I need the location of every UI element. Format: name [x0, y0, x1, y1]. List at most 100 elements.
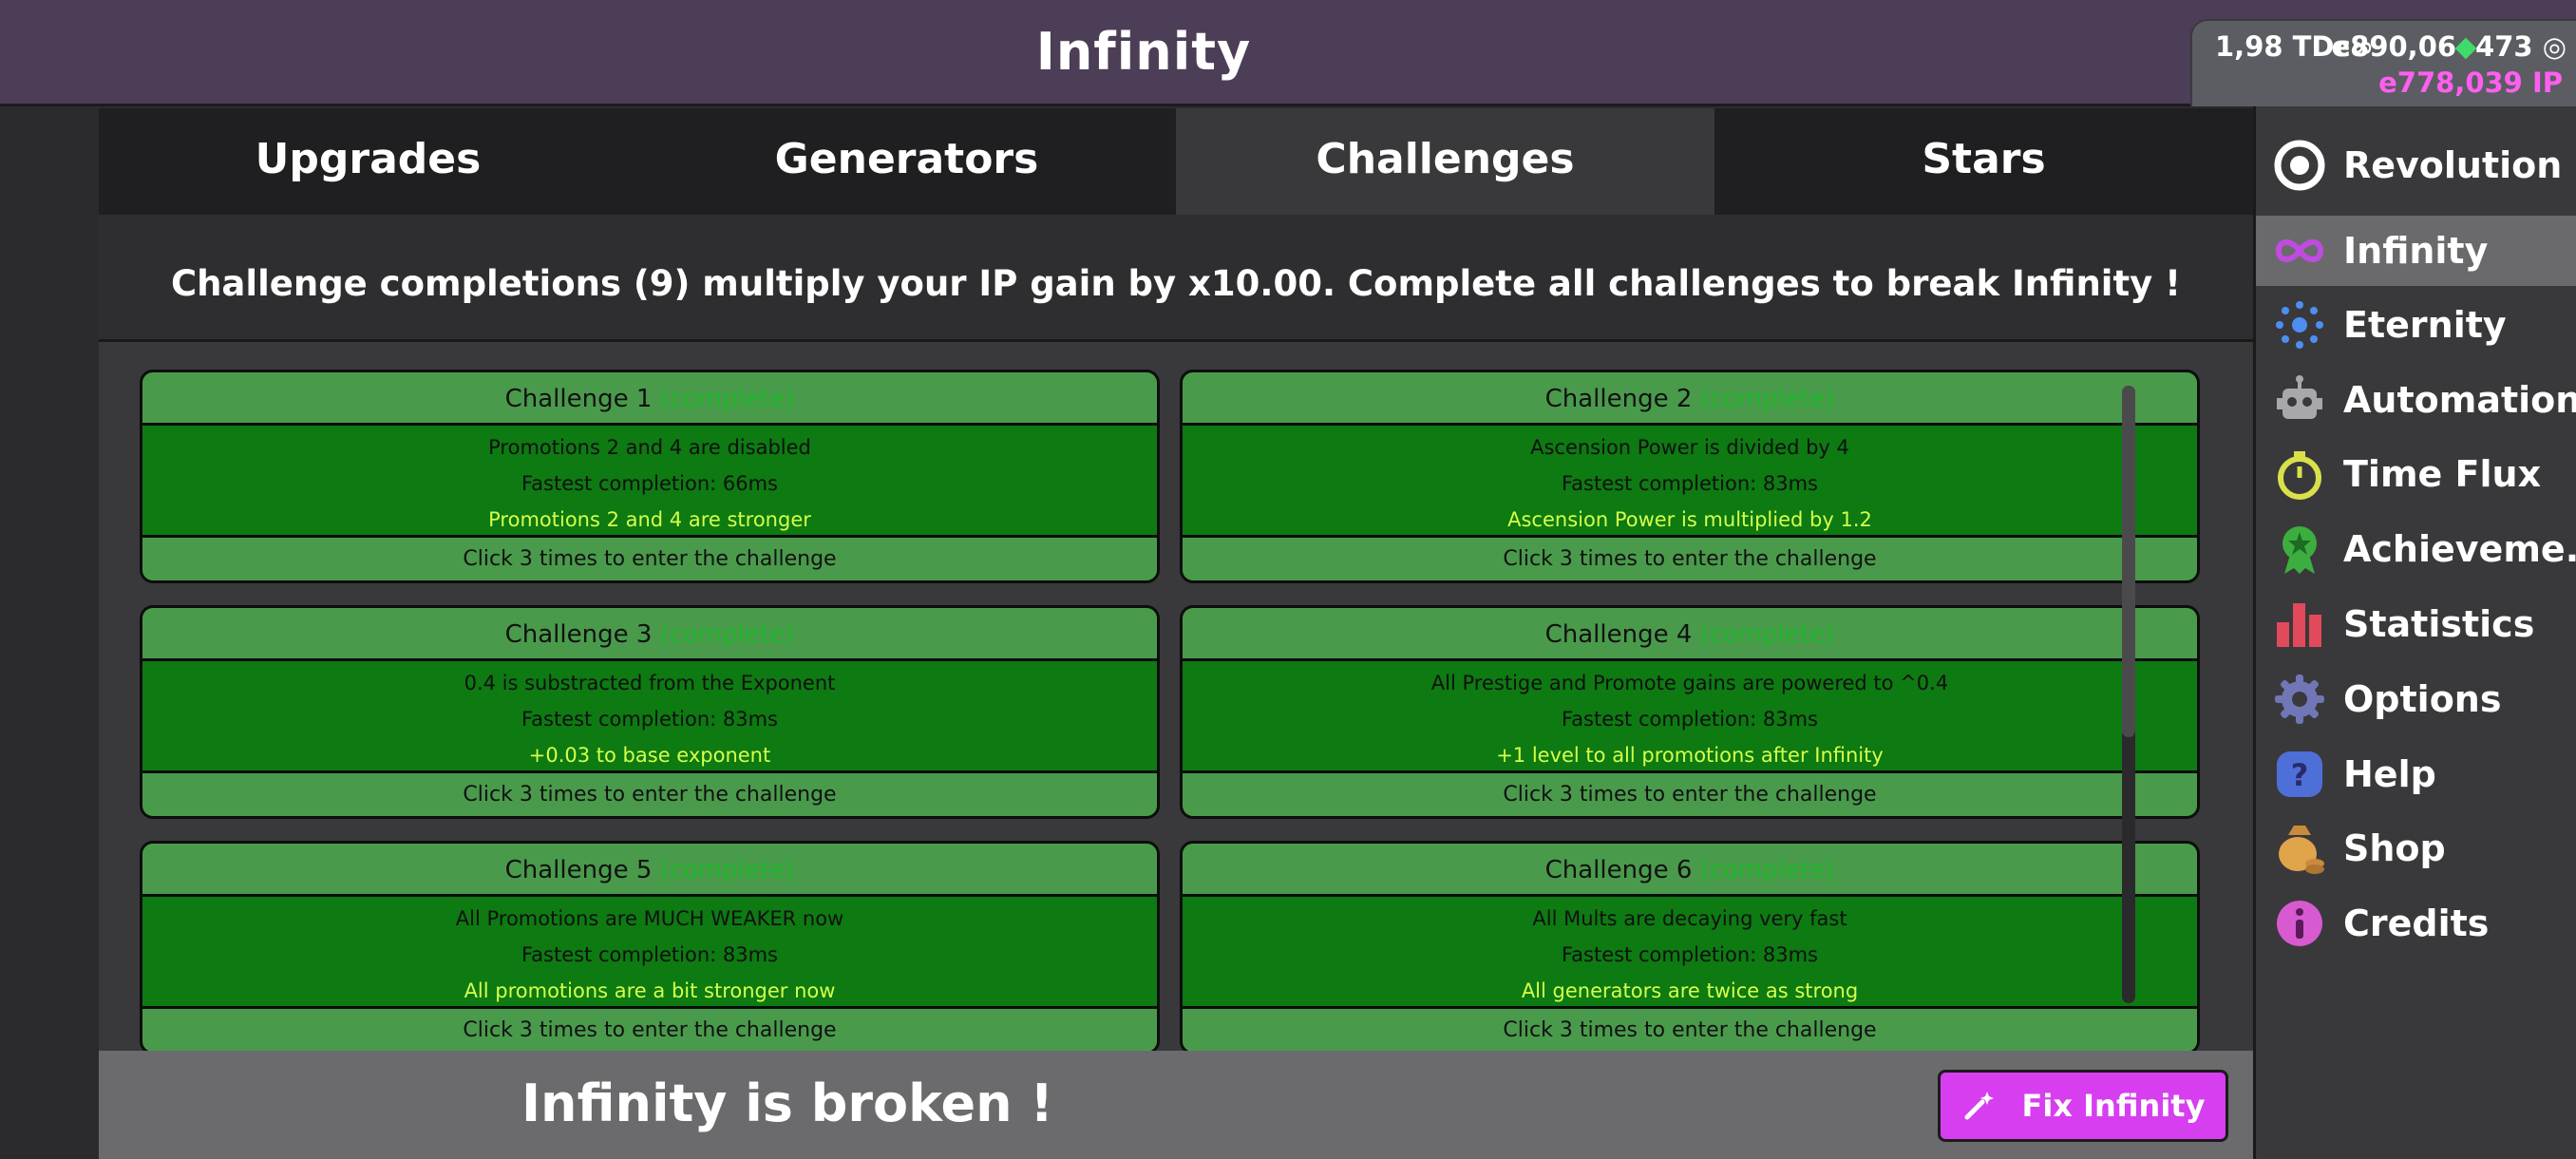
sidebar-item-infinity[interactable]: Infinity	[2256, 216, 2576, 286]
challenge-status: (complete)	[659, 856, 795, 884]
robot-icon	[2273, 373, 2326, 427]
challenge-enter-button[interactable]: Click 3 times to enter the challenge	[1183, 535, 2197, 580]
challenge-card-3[interactable]: Challenge 3 (complete) 0.4 is substracte…	[140, 605, 1160, 819]
revolution-icon	[2273, 139, 2326, 192]
challenge-card-1[interactable]: Challenge 1 (complete) Promotions 2 and …	[140, 370, 1160, 583]
sidebar-item-achievements[interactable]: Achieveme...	[2256, 514, 2576, 584]
tab-generators[interactable]: Generators	[637, 108, 1176, 215]
tab-bar: Upgrades Generators Challenges Stars	[99, 108, 2253, 215]
challenge-reward: Ascension Power is multiplied by 1.2	[1507, 508, 1872, 531]
sidebar-item-label: Options	[2343, 678, 2502, 720]
challenge-card-6[interactable]: Challenge 6 (complete) All Mults are dec…	[1180, 841, 2200, 1051]
sidebar-item-shop[interactable]: Shop	[2256, 813, 2576, 884]
sidebar-item-automations[interactable]: Automations	[2256, 365, 2576, 435]
infinity-broken-message: Infinity is broken !	[521, 1074, 1054, 1133]
challenge-body: 0.4 is substracted from the Exponent Fas…	[142, 661, 1157, 770]
sidebar-item-label: Shop	[2343, 827, 2446, 869]
challenge-status: (complete)	[1699, 385, 1835, 413]
challenge-reward: All promotions are a bit stronger now	[464, 979, 836, 1002]
challenge-status: (complete)	[659, 385, 795, 413]
challenge-body: All Mults are decaying very fast Fastest…	[1183, 897, 2197, 1006]
sidebar-item-label: Eternity	[2343, 304, 2507, 346]
sidebar-item-label: Help	[2343, 753, 2436, 795]
challenge-status: (complete)	[1699, 856, 1835, 884]
challenge-fastest: Fastest completion: 66ms	[521, 472, 778, 495]
sidebar-item-time-flux[interactable]: Time Flux	[2256, 439, 2576, 509]
challenge-title: Challenge 6 (complete)	[1183, 844, 2197, 897]
challenge-reward: +0.03 to base exponent	[528, 744, 771, 767]
challenge-scrollbar[interactable]	[2122, 386, 2135, 1003]
challenge-card-4[interactable]: Challenge 4 (complete) All Prestige and …	[1180, 605, 2200, 819]
sidebar-item-revolution[interactable]: Revolution	[2256, 130, 2576, 200]
challenge-card-2[interactable]: Challenge 2 (complete) Ascension Power i…	[1180, 370, 2200, 583]
tab-stars[interactable]: Stars	[1714, 108, 2253, 215]
challenge-list[interactable]: Challenge 1 (complete) Promotions 2 and …	[99, 345, 2253, 1051]
eternity-icon	[2273, 298, 2326, 352]
tab-challenges[interactable]: Challenges	[1176, 108, 1714, 215]
challenge-fastest: Fastest completion: 83ms	[1562, 472, 1818, 495]
gem-icon	[2454, 37, 2477, 60]
sidebar-item-label: Credits	[2343, 902, 2490, 944]
stopwatch-icon	[2273, 447, 2326, 501]
fix-infinity-label: Fix Infinity	[2021, 1088, 2206, 1124]
sidebar-item-label: Automations	[2343, 379, 2576, 421]
challenge-fastest: Fastest completion: 83ms	[1562, 708, 1818, 731]
sidebar-item-statistics[interactable]: Statistics	[2256, 589, 2576, 659]
tab-upgrades[interactable]: Upgrades	[99, 108, 637, 215]
currency-e: e890,06 473 ◎	[2331, 30, 2567, 63]
sidebar-item-help[interactable]: ? Help	[2256, 739, 2576, 809]
challenge-title: Challenge 3 (complete)	[142, 608, 1157, 661]
infinity-icon	[2273, 224, 2326, 277]
sidebar-item-options[interactable]: Options	[2256, 664, 2576, 734]
challenges-panel: Challenge completions (9) multiply your …	[99, 215, 2253, 1051]
challenge-enter-button[interactable]: Click 3 times to enter the challenge	[1183, 1006, 2197, 1051]
challenge-effect: All Mults are decaying very fast	[1532, 907, 1847, 930]
challenge-title: Challenge 4 (complete)	[1183, 608, 2197, 661]
help-icon: ?	[2273, 748, 2326, 801]
challenge-enter-button[interactable]: Click 3 times to enter the challenge	[142, 770, 1157, 816]
challenge-enter-button[interactable]: Click 3 times to enter the challenge	[142, 535, 1157, 580]
sidebar-item-credits[interactable]: Credits	[2256, 888, 2576, 959]
sidebar-item-label: Revolution	[2343, 144, 2563, 186]
sidebar-item-label: Time Flux	[2343, 453, 2542, 495]
award-icon	[2273, 522, 2326, 576]
challenge-effect: All Prestige and Promote gains are power…	[1430, 672, 1949, 694]
left-gutter	[0, 106, 99, 1159]
svg-text:?: ?	[2291, 757, 2309, 793]
challenge-effect: All Promotions are MUCH WEAKER now	[455, 907, 844, 930]
sidebar: Revolution Infinity Eternity Automations…	[2253, 106, 2576, 1159]
challenge-fastest: Fastest completion: 83ms	[521, 943, 778, 966]
currency-ip: e778,039 IP	[2378, 66, 2563, 99]
bar-chart-icon	[2273, 598, 2326, 651]
challenge-title: Challenge 5 (complete)	[142, 844, 1157, 897]
challenge-status: (complete)	[1699, 620, 1835, 649]
challenge-effect: Promotions 2 and 4 are disabled	[488, 436, 811, 459]
challenge-reward: +1 level to all promotions after Infinit…	[1496, 744, 1884, 767]
currency-panel: 1,98 TDc∞ e890,06 473 ◎ e778,039 IP	[2190, 19, 2576, 106]
challenge-body: Promotions 2 and 4 are disabled Fastest …	[142, 426, 1157, 535]
challenge-body: Ascension Power is divided by 4 Fastest …	[1183, 426, 2197, 535]
fix-infinity-button[interactable]: Fix Infinity	[1938, 1070, 2228, 1142]
wand-icon	[1964, 1092, 1994, 1120]
challenge-info-text: Challenge completions (9) multiply your …	[170, 263, 2182, 304]
challenge-reward: All generators are twice as strong	[1521, 979, 1859, 1002]
gear-icon	[2273, 673, 2326, 726]
sidebar-item-label: Infinity	[2343, 230, 2489, 272]
sidebar-item-eternity[interactable]: Eternity	[2256, 290, 2576, 360]
challenge-effect: 0.4 is substracted from the Exponent	[464, 672, 836, 694]
challenge-fastest: Fastest completion: 83ms	[1562, 943, 1818, 966]
challenge-status: (complete)	[659, 620, 795, 649]
challenge-enter-button[interactable]: Click 3 times to enter the challenge	[142, 1006, 1157, 1051]
sidebar-item-label: Achieveme...	[2343, 528, 2576, 570]
challenge-title: Challenge 1 (complete)	[142, 372, 1157, 426]
info-strip: Challenge completions (9) multiply your …	[99, 215, 2253, 342]
challenge-card-5[interactable]: Challenge 5 (complete) All Promotions ar…	[140, 841, 1160, 1051]
scrollbar-thumb[interactable]	[2122, 386, 2135, 737]
top-bar: Infinity 1,98 TDc∞ e890,06 473 ◎ e778,039…	[0, 0, 2576, 106]
challenge-enter-button[interactable]: Click 3 times to enter the challenge	[1183, 770, 2197, 816]
sidebar-item-label: Statistics	[2343, 603, 2535, 645]
info-icon	[2273, 897, 2326, 950]
money-bag-icon	[2273, 822, 2326, 875]
page-title: Infinity	[1035, 22, 1252, 82]
challenge-body: All Promotions are MUCH WEAKER now Faste…	[142, 897, 1157, 1006]
